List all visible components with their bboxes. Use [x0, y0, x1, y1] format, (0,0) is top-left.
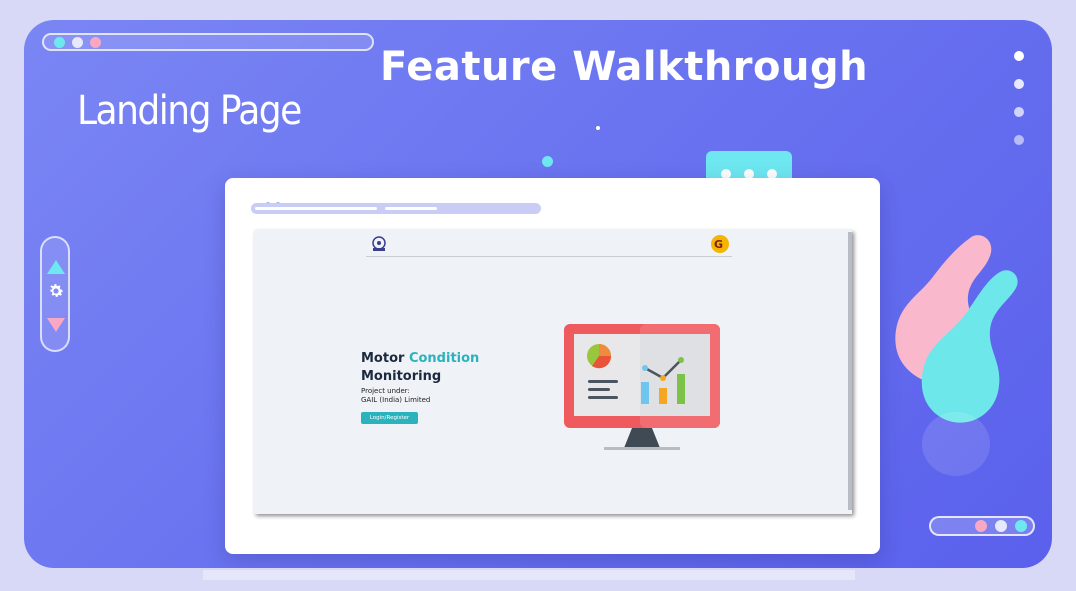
app-title: Motor Condition Monitoring — [361, 350, 479, 386]
page-title: Feature Walkthrough — [380, 44, 869, 90]
window-dot-white[interactable] — [72, 37, 83, 48]
pager-dot-pink[interactable] — [975, 520, 987, 532]
pager-dot-cyan[interactable] — [1015, 520, 1027, 532]
app-screenshot: G Motor Condition Monitoring Project und… — [254, 230, 852, 514]
gear-icon[interactable] — [47, 282, 65, 300]
scrollbar[interactable] — [848, 232, 852, 510]
pager-dots — [929, 516, 1035, 536]
decorative-blobs — [895, 235, 1018, 476]
window-dot-pink[interactable] — [90, 37, 101, 48]
browser-preview-card: G Motor Condition Monitoring Project und… — [225, 178, 880, 554]
side-toolbar — [40, 236, 70, 352]
triangle-down-icon[interactable] — [47, 318, 65, 332]
project-under-label: Project under: — [361, 387, 410, 395]
window-controls-bar — [42, 33, 374, 51]
project-org-label: GAIL (India) Limited — [361, 396, 431, 404]
page-subtitle: Landing Page — [77, 88, 302, 134]
presentation-frame: Feature Walkthrough Landing Page G Motor… — [24, 20, 1052, 568]
monitor-illustration — [564, 324, 720, 450]
pager-dot-white[interactable] — [995, 520, 1007, 532]
card-url-bar — [251, 203, 541, 214]
triangle-up-icon[interactable] — [47, 260, 65, 274]
card-reflection — [203, 570, 855, 580]
header-divider — [366, 256, 732, 257]
app-title-line2: Monitoring — [361, 369, 442, 384]
login-register-button[interactable]: Login/Register — [361, 412, 418, 424]
decorative-dots — [1014, 51, 1024, 163]
app-title-accent: Condition — [408, 351, 480, 366]
app-title-part1: Motor — [361, 351, 409, 366]
svg-text:G: G — [714, 238, 723, 251]
institute-logo — [372, 236, 386, 251]
window-dot-cyan[interactable] — [54, 37, 65, 48]
decorative-dot — [596, 126, 600, 130]
gail-logo: G — [711, 235, 729, 253]
project-info: Project under: GAIL (India) Limited — [361, 387, 430, 405]
decorative-dot — [542, 156, 553, 167]
